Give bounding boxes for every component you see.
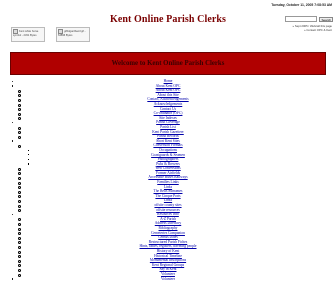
bullet-icon [12, 213, 14, 216]
nav-link[interactable]: Pubs & Brewers [156, 162, 180, 166]
nav-link[interactable]: A-Z Parish [160, 217, 176, 221]
bullet-icon [28, 163, 30, 165]
nav-link[interactable]: Links [164, 185, 172, 189]
nav-link[interactable]: Bibliography [159, 226, 178, 230]
bullet-icon [28, 154, 30, 156]
nav-link[interactable]: Former Airfields [156, 171, 180, 175]
nav-link[interactable]: Parish List [160, 125, 175, 129]
nav-link[interactable]: Cemeteries Companion [151, 231, 185, 235]
site-navigation: Home About Kent OPC About Kent OPC About th… [10, 79, 326, 281]
nav-link[interactable]: Kent Regional Groups [152, 263, 184, 267]
nav-link[interactable]: Address Directory [155, 221, 181, 225]
nav-link[interactable]: Short Kent Sites [156, 139, 180, 143]
nav-link[interactable]: Conversion Formats [153, 143, 182, 147]
nav-link[interactable]: About Kent OPC [156, 88, 181, 92]
nav-link[interactable]: Links [164, 198, 172, 202]
nav-link[interactable]: Resources Info [157, 212, 179, 216]
bullet-icon [28, 158, 30, 161]
header-links: » Sept 2005 / Webcall this page » Contac… [293, 24, 332, 32]
site-title: Kent Online Parish Clerks [109, 14, 227, 25]
nav-link[interactable]: Acknowledgements [154, 102, 183, 106]
nav-link[interactable]: Parish Records [157, 134, 179, 138]
nav-link[interactable]: Monumental Inscriptions [150, 258, 186, 262]
header-link-1[interactable]: » Contact OPC & Kent [293, 28, 332, 32]
nav-link[interactable]: History of Kent [157, 249, 180, 253]
nav-link[interactable]: About this Site [157, 93, 179, 97]
nav-link[interactable]: Census Dates [158, 235, 177, 239]
nav-link[interactable]: The Bells Surnames [154, 189, 183, 193]
date-display: Tuesday, October 11, 2005 7:08:53 AM [271, 3, 332, 7]
bullet-icon [12, 121, 14, 124]
nav-link[interactable]: About Kent OPC [156, 84, 181, 88]
nav-link[interactable]: Families Links [157, 180, 178, 184]
nav-link[interactable]: Occupations [159, 148, 177, 152]
welcome-banner: Welcome to Kent Online Parish Clerks [10, 52, 326, 75]
nav-link[interactable]: Photographers [158, 157, 179, 161]
nav-link[interactable]: Accessible Buses Railways [148, 175, 187, 179]
nav-link[interactable]: Say in Kent [160, 267, 177, 271]
nav-item[interactable]: Volunteer [10, 277, 326, 281]
banner-image: gifhdgardbanif.gif - 64896 Bytes [56, 27, 90, 42]
bullet-icon [12, 85, 14, 87]
nav-link[interactable]: Contact, Acknowledgements [147, 97, 188, 101]
bullet-icon [12, 278, 14, 280]
nav-link[interactable]: Web Conversions [155, 166, 180, 170]
nav-link[interactable]: Historical Timeline [154, 254, 182, 258]
bullet-icon [12, 140, 14, 142]
nav-link[interactable]: Hints, tables, registers, traveling peop… [140, 244, 197, 248]
nav-link[interactable]: Restructured Parish Fiches [149, 240, 188, 244]
nav-link[interactable]: Home [164, 79, 173, 83]
nav-link[interactable]: The Cinque Ports [155, 194, 180, 198]
nav-link[interactable]: Kent Parish Gazetteer [152, 130, 184, 134]
nav-link[interactable]: Co-ordinator (OPC) [154, 111, 183, 115]
nav-link[interactable]: offsite county sites [154, 203, 181, 207]
nav-link[interactable]: Contact Us [160, 107, 176, 111]
nav-link[interactable]: Volunteer [161, 272, 175, 276]
nav-link[interactable]: Parish Coverage [156, 120, 180, 124]
nav-link[interactable]: offsite resources [156, 208, 180, 212]
bullet-icon [28, 149, 30, 151]
nav-link[interactable]: Site Indexes [159, 116, 177, 120]
nav-link[interactable]: Coastguards & Seamen [151, 153, 185, 157]
kent-horse-image: Kent white horse symbol - 2331 Bytes [11, 27, 45, 42]
bullet-icon [12, 80, 14, 82]
